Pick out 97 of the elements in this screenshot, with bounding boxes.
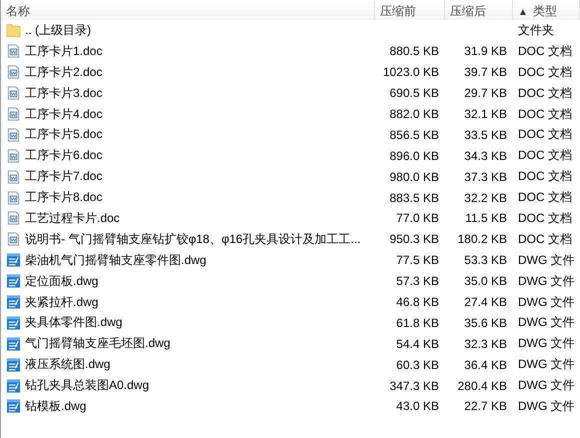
file-name: 液压系统图.dwg <box>25 356 110 374</box>
column-header[interactable]: ▲ 类型 <box>513 0 580 20</box>
compressed-size: 11.5 KB <box>465 211 507 226</box>
file-name: 工序卡片1.doc <box>25 42 102 60</box>
drawing-file-icon <box>6 336 21 352</box>
document-icon <box>6 85 21 102</box>
original-size: 77.0 KB <box>396 211 439 226</box>
original-size: 690.5 KB <box>390 86 439 100</box>
file-name: 夹紧拉杆.dwg <box>25 294 98 311</box>
file-name: 工序卡片2.doc <box>25 64 102 81</box>
compressed-size: 32.1 KB <box>464 107 507 121</box>
compressed-size: 27.4 KB <box>464 295 507 310</box>
file-name: .. (上级目录) <box>25 22 91 39</box>
original-size: 880.5 KB <box>390 44 439 58</box>
document-icon <box>6 231 21 248</box>
compressed-size: 34.3 KB <box>464 148 507 163</box>
drawing-file-icon <box>6 398 21 414</box>
compressed-size: 39.7 KB <box>464 65 507 80</box>
document-icon <box>6 168 21 185</box>
original-size: 77.5 KB <box>396 253 439 268</box>
document-icon <box>6 148 21 164</box>
compressed-size: 32.2 KB <box>464 190 507 205</box>
file-name: 钻孔夹具总装图A0.dwg <box>25 377 150 394</box>
compressed-size: 22.7 KB <box>464 399 507 414</box>
document-icon <box>6 190 21 206</box>
file-type: DOC 文档 <box>518 169 572 184</box>
original-size: 61.8 KB <box>396 316 439 330</box>
file-name: 气门摇臂轴支座毛坯图.dwg <box>25 335 170 352</box>
file-name: 钻模板.dwg <box>25 398 86 415</box>
file-type: DWG 文件 <box>518 398 575 413</box>
document-icon <box>6 43 21 60</box>
original-size: 1023.0 KB <box>382 65 439 80</box>
drawing-file-icon <box>6 314 21 331</box>
document-icon <box>6 106 21 122</box>
compressed-size: 53.3 KB <box>464 253 507 268</box>
file-name: 工序卡片6.doc <box>25 147 102 164</box>
original-size: 57.3 KB <box>396 274 439 288</box>
original-size: 43.0 KB <box>396 399 439 414</box>
compressed-size: 32.3 KB <box>464 336 507 351</box>
compressed-size: 33.5 KB <box>464 128 507 142</box>
compressed-size: 280.4 KB <box>458 378 507 393</box>
compressed-size: 35.0 KB <box>464 274 507 288</box>
file-type: DWG 文件 <box>518 378 575 392</box>
file-name: 夹具体零件图.dwg <box>25 314 122 332</box>
drawing-file-icon <box>6 294 21 310</box>
file-type: DOC 文档 <box>518 127 572 142</box>
original-size: 882.0 KB <box>390 107 439 121</box>
file-type: DWG 文件 <box>518 274 575 288</box>
file-name: 工艺过程卡片.doc <box>25 210 120 227</box>
file-type: DOC 文档 <box>518 210 572 225</box>
file-name: 工序卡片7.doc <box>25 168 102 186</box>
compressed-size: 31.9 KB <box>464 44 507 58</box>
compressed-size: 37.3 KB <box>464 170 507 184</box>
file-name: 柴油机气门摇臂轴支座零件图.dwg <box>25 252 206 269</box>
original-size: 54.4 KB <box>396 336 439 351</box>
file-type: DOC 文档 <box>518 148 572 162</box>
column-header[interactable]: 压缩后 <box>445 0 513 20</box>
file-type: DOC 文档 <box>518 86 572 100</box>
column-header[interactable]: 名称 <box>1 0 375 20</box>
original-size: 856.5 KB <box>390 128 439 142</box>
file-type: 文件夹 <box>518 22 554 37</box>
drawing-file-icon <box>6 252 21 268</box>
file-type: DWG 文件 <box>518 252 575 267</box>
file-type: DOC 文档 <box>518 106 572 120</box>
column-header[interactable]: 压缩前 <box>375 0 445 20</box>
document-icon <box>6 64 21 80</box>
folder-icon <box>6 22 21 38</box>
drawing-file-icon <box>6 356 21 373</box>
file-name: 工序卡片8.doc <box>25 189 102 206</box>
document-icon <box>6 126 21 143</box>
compressed-size: 29.7 KB <box>464 86 507 100</box>
original-size: 60.3 KB <box>396 358 439 372</box>
file-type: DWG 文件 <box>518 294 575 309</box>
file-type: DWG 文件 <box>518 357 575 372</box>
file-name: 工序卡片3.doc <box>25 84 102 102</box>
document-icon <box>6 210 21 226</box>
original-size: 950.3 KB <box>390 232 439 246</box>
file-name: 工序卡片5.doc <box>25 126 102 144</box>
file-type: DWG 文件 <box>518 336 575 350</box>
compressed-size: 36.4 KB <box>464 358 507 372</box>
original-size: 46.8 KB <box>396 295 439 310</box>
file-name: 定位面板.dwg <box>25 272 98 290</box>
original-size: 896.0 KB <box>390 148 439 163</box>
file-name: 说明书- 气门摇臂轴支座钻扩铰φ18、φ16孔夹具设计及加工工... <box>25 230 361 248</box>
file-type: DOC 文档 <box>518 190 572 204</box>
original-size: 883.5 KB <box>390 190 439 205</box>
original-size: 980.0 KB <box>390 170 439 184</box>
file-type: DOC 文档 <box>518 64 572 79</box>
drawing-file-icon <box>6 273 21 290</box>
original-size: 347.3 KB <box>390 378 439 393</box>
file-name: 工序卡片4.doc <box>25 106 102 122</box>
compressed-size: 35.6 KB <box>464 316 507 330</box>
compressed-size: 180.2 KB <box>458 232 507 246</box>
file-type: DOC 文档 <box>518 232 572 246</box>
file-type: DOC 文档 <box>518 44 572 58</box>
drawing-file-icon <box>6 378 21 394</box>
file-type: DWG 文件 <box>518 315 575 330</box>
